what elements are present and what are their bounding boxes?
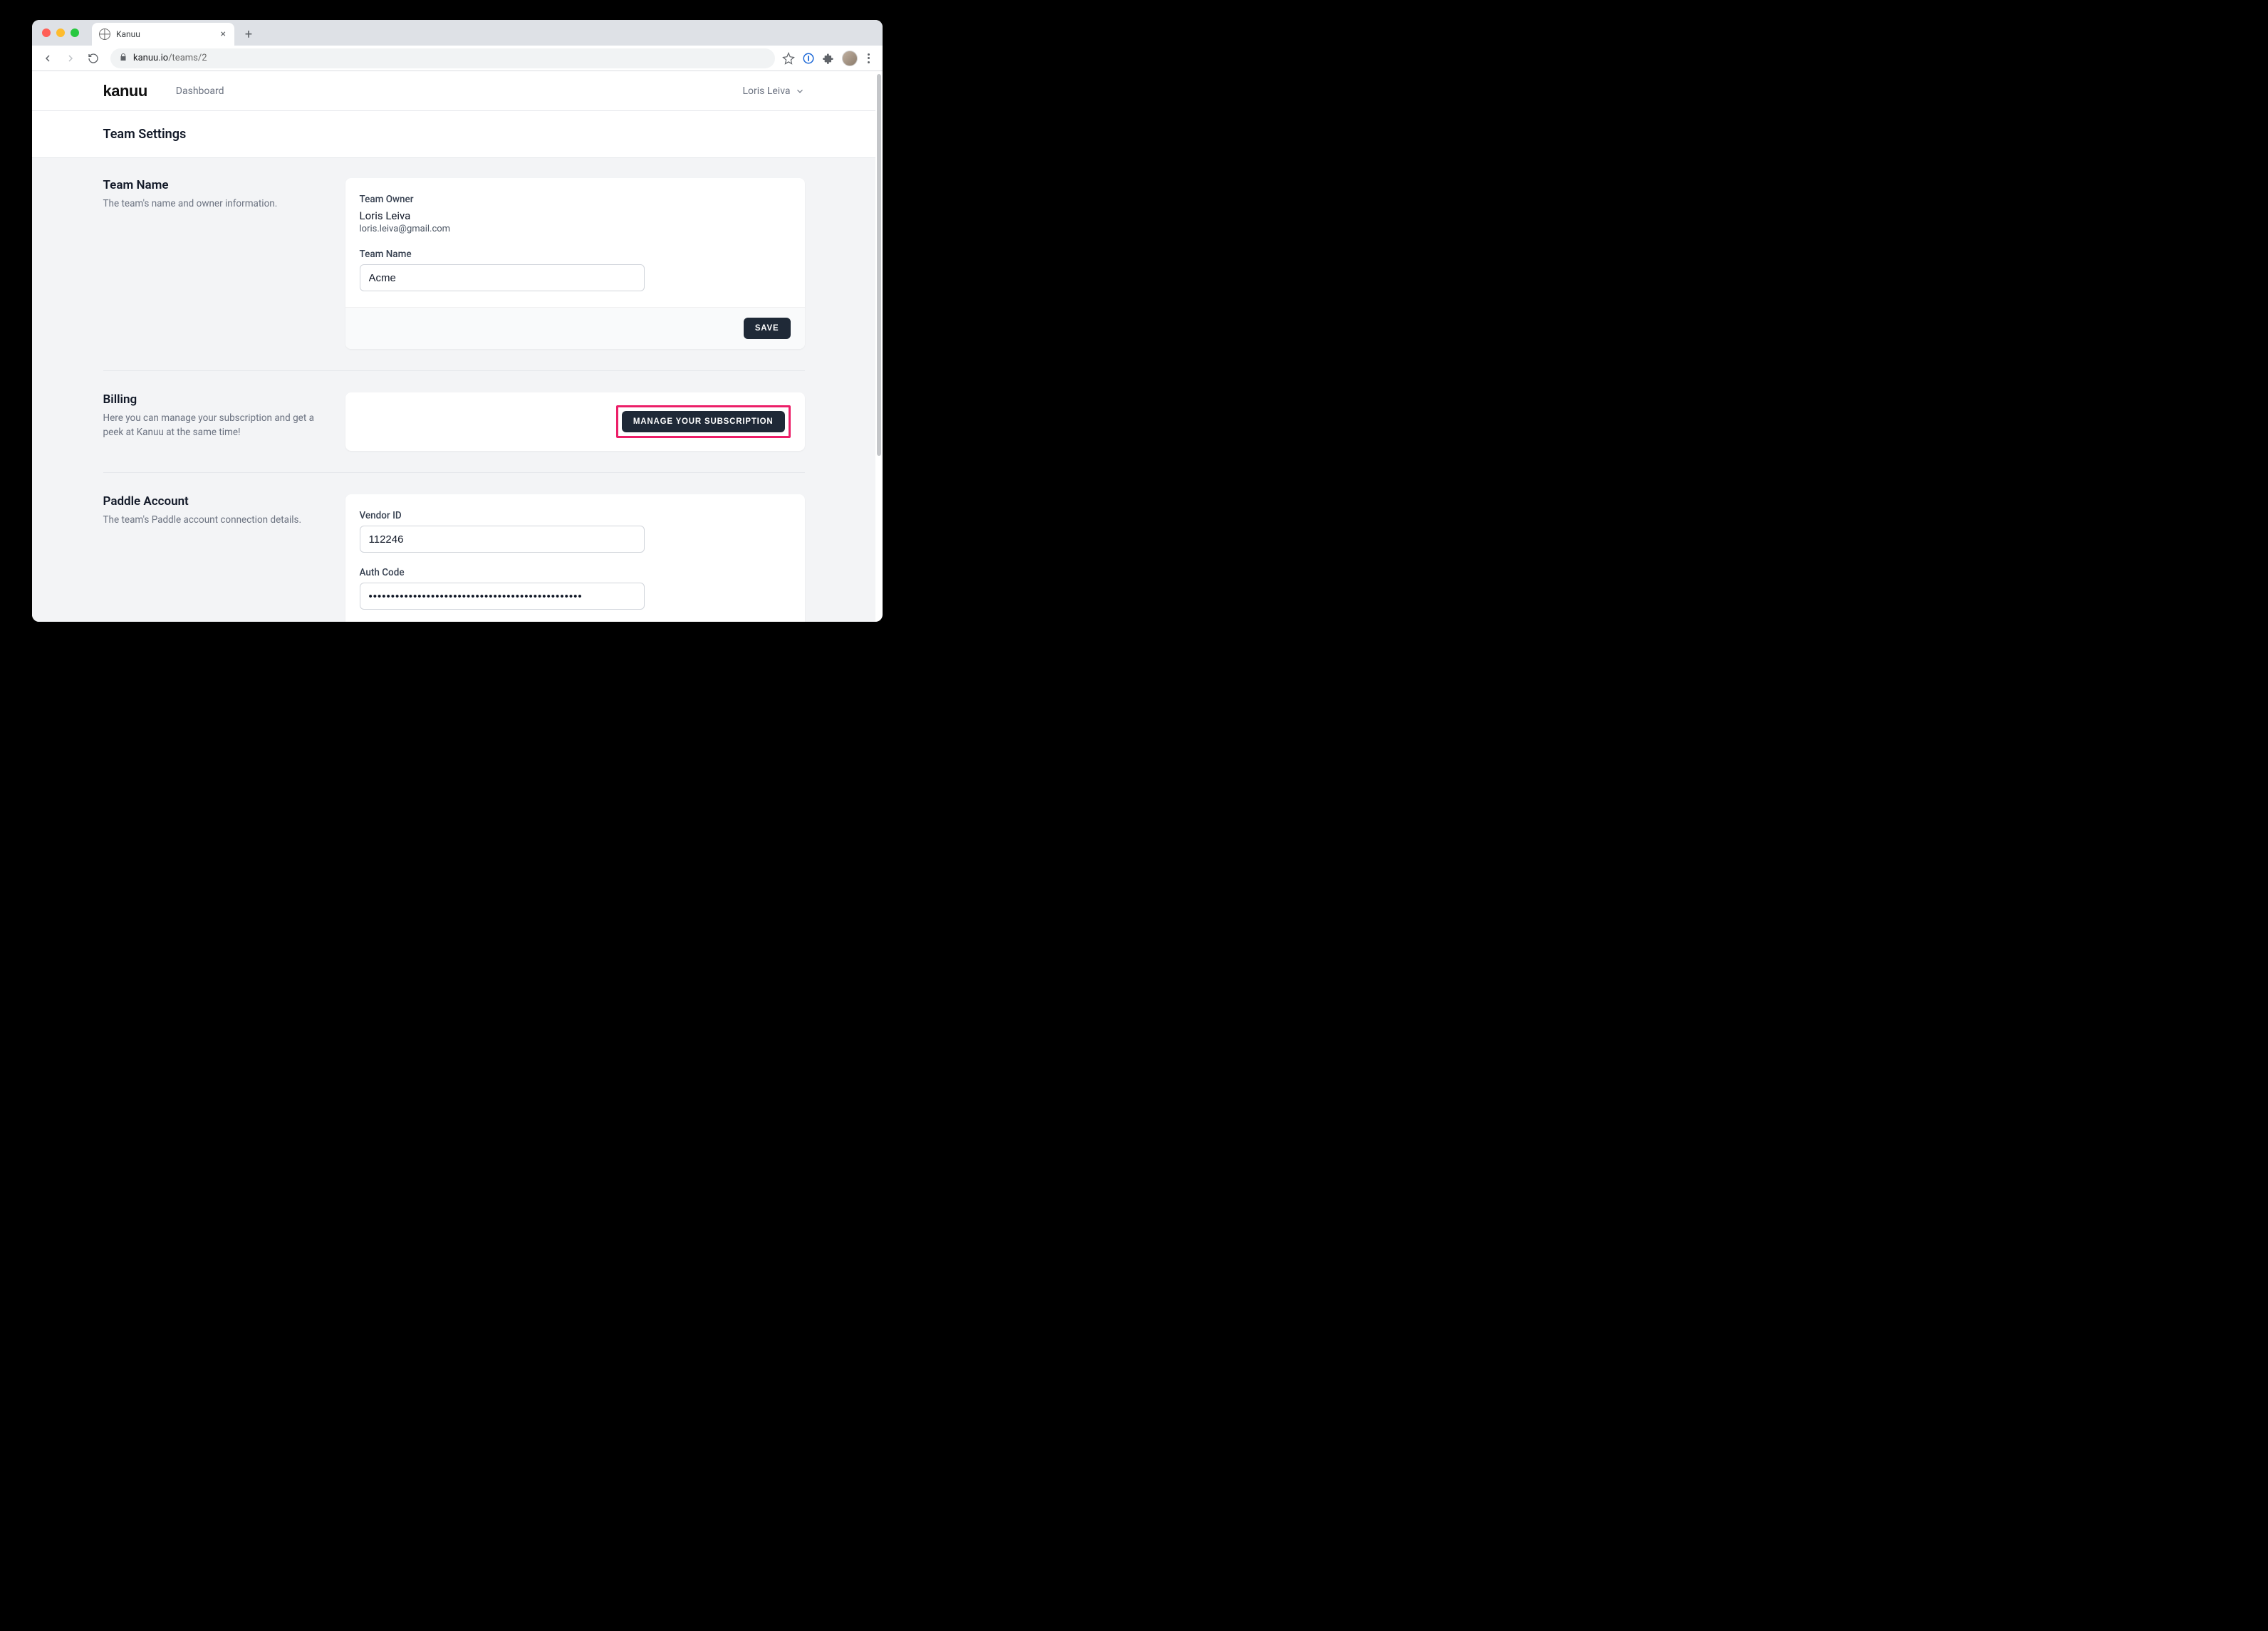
save-team-name-button[interactable]: Save <box>744 318 791 339</box>
maximize-window-button[interactable] <box>71 28 79 37</box>
toolbar-right <box>782 51 877 66</box>
paddle-heading: Paddle Account <box>103 494 324 509</box>
extensions-icon[interactable] <box>822 52 835 65</box>
scrollbar-thumb[interactable] <box>877 74 881 456</box>
billing-heading: Billing <box>103 392 324 407</box>
browser-tab[interactable]: Kanuu × <box>92 23 234 46</box>
profile-avatar[interactable] <box>842 51 858 66</box>
page-title: Team Settings <box>103 127 805 142</box>
browser-menu-button[interactable] <box>865 51 873 66</box>
app-header: kanuu Dashboard Loris Leiva <box>32 71 875 111</box>
lock-icon <box>119 53 128 64</box>
user-menu[interactable]: Loris Leiva <box>742 85 804 97</box>
close-window-button[interactable] <box>42 28 51 37</box>
forward-button[interactable] <box>61 48 80 68</box>
billing-card: Manage your subscription <box>345 392 805 451</box>
team-owner-email: loris.leiva@gmail.com <box>360 224 791 234</box>
scrollbar[interactable] <box>877 74 881 619</box>
browser-window: Kanuu × + kanuu.io/teams/2 <box>32 20 883 622</box>
settings-container: Team Name The team's name and owner info… <box>103 158 805 622</box>
auth-code-label: Auth Code <box>360 567 791 578</box>
nav-dashboard[interactable]: Dashboard <box>176 85 224 97</box>
viewport: kanuu Dashboard Loris Leiva Team Setting… <box>32 71 883 622</box>
page-content: kanuu Dashboard Loris Leiva Team Setting… <box>32 71 875 622</box>
vendor-id-label: Vendor ID <box>360 510 791 521</box>
extension-1password-icon[interactable] <box>802 52 815 65</box>
back-button[interactable] <box>38 48 58 68</box>
section-billing: Billing Here you can manage your subscri… <box>103 370 805 472</box>
team-name-input-label: Team Name <box>360 249 791 260</box>
paddle-card: Vendor ID Auth Code Save <box>345 494 805 622</box>
browser-tab-bar: Kanuu × + <box>32 20 883 46</box>
tab-title: Kanuu <box>116 29 214 39</box>
manage-subscription-button[interactable]: Manage your subscription <box>622 411 785 432</box>
team-name-input[interactable] <box>360 264 645 291</box>
new-tab-button[interactable]: + <box>239 24 259 44</box>
address-bar[interactable]: kanuu.io/teams/2 <box>110 48 775 68</box>
user-menu-name: Loris Leiva <box>742 85 790 97</box>
close-tab-icon[interactable]: × <box>219 28 227 40</box>
minimize-window-button[interactable] <box>56 28 65 37</box>
team-owner-name: Loris Leiva <box>360 209 791 222</box>
section-paddle: Paddle Account The team's Paddle account… <box>103 472 805 622</box>
globe-icon <box>99 28 110 40</box>
reload-button[interactable] <box>83 48 103 68</box>
team-owner-label: Team Owner <box>360 194 791 205</box>
url-text: kanuu.io/teams/2 <box>133 53 207 63</box>
star-icon[interactable] <box>782 52 795 65</box>
team-name-description: The team's name and owner information. <box>103 197 324 211</box>
team-name-heading: Team Name <box>103 178 324 192</box>
highlight-annotation: Manage your subscription <box>616 405 791 438</box>
chevron-down-icon <box>795 86 805 96</box>
window-controls <box>39 20 86 46</box>
team-name-card: Team Owner Loris Leiva loris.leiva@gmail… <box>345 178 805 349</box>
billing-description: Here you can manage your subscription an… <box>103 411 324 440</box>
page-title-bar: Team Settings <box>32 111 875 158</box>
logo[interactable]: kanuu <box>103 82 147 100</box>
browser-toolbar: kanuu.io/teams/2 <box>32 46 883 71</box>
section-team-name: Team Name The team's name and owner info… <box>103 178 805 370</box>
vendor-id-input[interactable] <box>360 526 645 553</box>
auth-code-input[interactable] <box>360 583 645 610</box>
paddle-description: The team's Paddle account connection det… <box>103 513 324 527</box>
